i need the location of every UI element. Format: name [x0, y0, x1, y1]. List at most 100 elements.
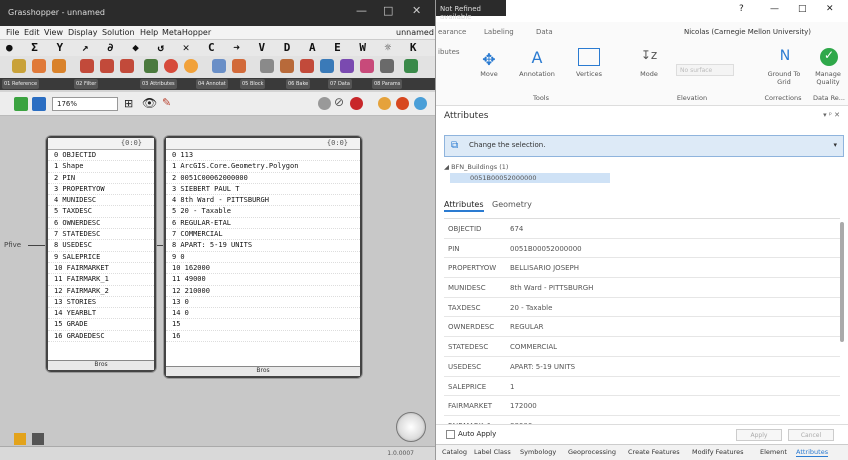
manage-quality-label[interactable]: Manage Quality: [808, 70, 848, 86]
close-icon[interactable]: ✕: [826, 4, 834, 14]
preview-mode-icon[interactable]: [318, 97, 331, 110]
field-value-cell[interactable]: 0051B00052000000: [506, 239, 582, 258]
field-value-cell[interactable]: 674: [506, 219, 523, 238]
orange-sphere-icon[interactable]: [378, 97, 391, 110]
field-names-panel[interactable]: {0:0} 0 OBJECTID 1 Shape 2 PIN 3 PROPERTYOW…: [46, 136, 156, 372]
auto-apply-checkbox[interactable]: [446, 430, 455, 439]
field-value-cell[interactable]: COMMERCIAL: [506, 337, 557, 356]
table-row[interactable]: FAIRMARKET 172000: [444, 396, 840, 416]
notice-banner[interactable]: Not Refined available: [436, 0, 506, 21]
footer-tab-create-features[interactable]: Create Features: [628, 448, 680, 456]
component-icon[interactable]: [320, 59, 334, 73]
component-icon[interactable]: [232, 59, 246, 73]
footer-tab-catalog[interactable]: Catalog: [442, 448, 467, 456]
red-sphere-icon[interactable]: [350, 97, 363, 110]
help-icon[interactable]: ?: [739, 4, 744, 14]
table-row[interactable]: OWNERDESC REGULAR: [444, 317, 840, 338]
preview-eye-icon[interactable]: 👁: [142, 96, 157, 110]
field-value-cell[interactable]: 172000: [506, 396, 537, 415]
field-value-cell[interactable]: 1: [506, 377, 514, 396]
field-value-cell[interactable]: 20 - Taxable: [506, 298, 552, 317]
table-row[interactable]: STATEDESC COMMERCIAL: [444, 337, 840, 357]
paint-brush-icon[interactable]: ✎: [162, 96, 171, 109]
footer-tab-element[interactable]: Element: [760, 448, 787, 456]
tab-bake[interactable]: 06 Bake: [286, 79, 311, 89]
menu-metahopper[interactable]: MetaHopper: [162, 28, 211, 37]
table-row[interactable]: MUNIDESC 8th Ward - PITTSBURGH: [444, 278, 840, 298]
component-icon[interactable]: [12, 59, 26, 73]
component-icon[interactable]: [380, 59, 394, 73]
component-icon[interactable]: [360, 59, 374, 73]
ribbon-tab-data[interactable]: Data: [536, 28, 553, 36]
vertices-icon[interactable]: [578, 48, 600, 66]
chevron-down-icon[interactable]: ▾: [833, 141, 837, 149]
table-row[interactable]: OBJECTID 674: [444, 219, 840, 239]
zoom-dropdown[interactable]: 176%: [52, 97, 118, 111]
maximize-icon[interactable]: □: [383, 4, 393, 17]
minimize-icon[interactable]: —: [356, 4, 367, 17]
ground-to-grid-icon[interactable]: N: [774, 48, 796, 66]
gh-canvas[interactable]: Pfive {0:0} 0 OBJECTID 1 Shape 2 PIN 3 PROP…: [0, 116, 435, 446]
z-mode-icon[interactable]: ↧z: [638, 48, 660, 66]
menu-edit[interactable]: Edit: [24, 28, 40, 37]
cancel-button[interactable]: Cancel: [788, 429, 834, 441]
elevation-surface-field[interactable]: No surface: [676, 64, 734, 76]
move-icon[interactable]: ✥: [478, 50, 500, 69]
shaded-sphere-icon[interactable]: [396, 97, 409, 110]
field-value-cell[interactable]: APART: 5-19 UNITS: [506, 357, 575, 376]
ground-to-grid-label[interactable]: Ground To Grid: [764, 70, 804, 86]
menu-view[interactable]: View: [44, 28, 63, 37]
tab-filter[interactable]: 02 Filter: [74, 79, 99, 89]
annotation-icon[interactable]: A: [526, 48, 548, 67]
tab-attributes[interactable]: 03 Attributes: [140, 79, 177, 89]
component-icon[interactable]: [52, 59, 66, 73]
component-icon[interactable]: [184, 59, 198, 73]
field-value-cell[interactable]: 88000: [506, 416, 532, 424]
footer-tab-symbology[interactable]: Symbology: [520, 448, 556, 456]
table-row[interactable]: SALEPRICE 1: [444, 377, 840, 397]
mode-label[interactable]: Mode: [636, 70, 662, 78]
field-value-cell[interactable]: REGULAR: [506, 317, 544, 336]
footer-tab-attributes[interactable]: Attributes: [796, 448, 829, 457]
tab-block[interactable]: 05 Block: [240, 79, 266, 89]
table-row[interactable]: PROPERTYOW BELLISARIO JOSEPH: [444, 258, 840, 279]
component-toolbar[interactable]: ● Σ Y ↗ ∂ ◆ ↺ ✕ C ➜ V D A E W ☼ K L E C …: [0, 40, 435, 56]
apply-button[interactable]: Apply: [736, 429, 782, 441]
ribbon-tab-labeling[interactable]: Labeling: [484, 28, 514, 36]
pane-controls[interactable]: ▾ ᵖ ✕: [823, 111, 840, 119]
user-account[interactable]: Nicolas (Carnegie Mellon University): [684, 28, 811, 36]
footer-tab-modify-features[interactable]: Modify Features: [692, 448, 744, 456]
close-icon[interactable]: ✕: [412, 4, 421, 17]
tab-reference[interactable]: 01 Reference: [2, 79, 40, 89]
component-icon[interactable]: [32, 59, 46, 73]
maximize-icon[interactable]: □: [798, 4, 807, 14]
component-icon[interactable]: [80, 59, 94, 73]
component-icon[interactable]: [120, 59, 134, 73]
change-selection-button[interactable]: ⧉ Change the selection. ▾: [444, 135, 844, 157]
move-label[interactable]: Move: [476, 70, 502, 78]
tab-attributes[interactable]: Attributes: [444, 200, 484, 212]
tab-data[interactable]: 07 Data: [328, 79, 352, 89]
field-value-cell[interactable]: BELLISARIO JOSEPH: [506, 258, 579, 277]
disable-icon[interactable]: ⊘: [334, 95, 344, 109]
tree-feature-item[interactable]: 0051B00052000000: [450, 173, 610, 183]
tab-annotat[interactable]: 04 Annotat: [196, 79, 228, 89]
ribbon-tab-appearance[interactable]: earance: [438, 28, 466, 36]
tree-layer-item[interactable]: ◢ BFN_Buildings (1): [444, 163, 844, 171]
fit-view-icon[interactable]: ⊞: [124, 97, 133, 110]
status-panel-icon[interactable]: [32, 433, 44, 445]
component-icon[interactable]: [164, 59, 178, 73]
vertices-label[interactable]: Vertices: [572, 70, 606, 78]
footer-tab-label-class[interactable]: Label Class: [474, 448, 511, 456]
blue-sphere-icon[interactable]: [414, 97, 427, 110]
minimize-icon[interactable]: —: [770, 4, 779, 14]
footer-tab-geoprocessing[interactable]: Geoprocessing: [568, 448, 616, 456]
field-value-cell[interactable]: 8th Ward - PITTSBURGH: [506, 278, 593, 297]
component-icon[interactable]: [260, 59, 274, 73]
tab-params[interactable]: 08 Params: [372, 79, 403, 89]
component-icon[interactable]: [280, 59, 294, 73]
menu-help[interactable]: Help: [140, 28, 158, 37]
canvas-compass-widget[interactable]: [396, 412, 426, 442]
component-icon[interactable]: [404, 59, 418, 73]
tab-geometry[interactable]: Geometry: [492, 200, 532, 209]
